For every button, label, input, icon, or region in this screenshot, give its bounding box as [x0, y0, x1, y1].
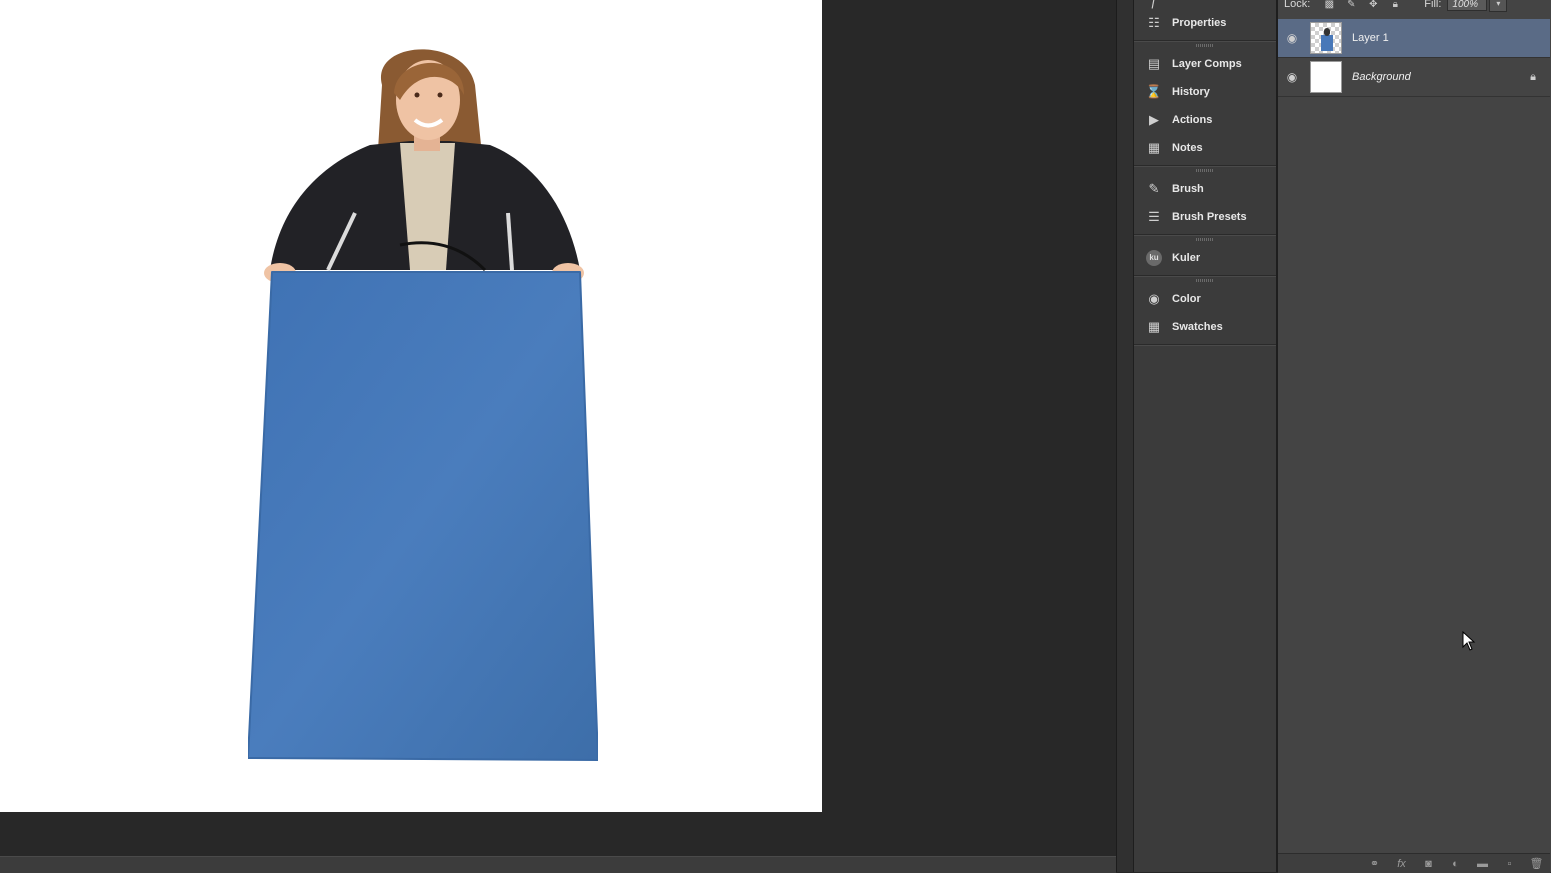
dock-item-kuler[interactable]: ku Kuler	[1134, 245, 1276, 271]
dock-item-brush-presets[interactable]: ☰ Brush Presets	[1134, 204, 1276, 230]
document-canvas[interactable]	[0, 0, 822, 812]
dock-item-actions[interactable]: ▶ Actions	[1134, 107, 1276, 133]
dock-item-properties[interactable]: ☷ Properties	[1134, 10, 1276, 36]
swatches-icon: ▦	[1147, 319, 1161, 334]
layer-comps-icon: ▤	[1147, 56, 1161, 71]
lock-image-pixels-icon[interactable]: ✎	[1344, 0, 1358, 10]
fill-label: Fill:	[1424, 0, 1442, 10]
panel-group-grip[interactable]	[1196, 238, 1214, 241]
lock-all-icon[interactable]: 🔒︎	[1388, 0, 1402, 10]
visibility-eye-icon[interactable]: ◉	[1278, 31, 1306, 45]
add-mask-icon[interactable]: ◙	[1415, 858, 1442, 870]
fx-icon[interactable]: fx	[1388, 858, 1415, 870]
lock-position-icon[interactable]: ✥	[1366, 0, 1380, 10]
layer-thumbnail	[1310, 61, 1342, 93]
dock-item-label: Brush	[1172, 183, 1204, 195]
layer-name[interactable]: Background	[1352, 71, 1411, 83]
dock-item-label: Notes	[1172, 142, 1203, 154]
panel-group-grip[interactable]	[1196, 44, 1214, 47]
kuler-icon: ku	[1145, 250, 1163, 266]
panel-dock: ƒ ☷ Properties ▤ Layer Comps ⌛ History ▶…	[1133, 0, 1277, 872]
visibility-eye-icon[interactable]: ◉	[1278, 70, 1306, 84]
dock-item-color[interactable]: ◉ Color	[1134, 286, 1276, 312]
layer-thumbnail	[1310, 22, 1342, 54]
dock-item-label: Color	[1172, 293, 1201, 305]
layer-name[interactable]: Layer 1	[1352, 32, 1389, 44]
link-layers-icon[interactable]: ⚭	[1361, 857, 1388, 870]
layers-panel: Lock: ▩ ✎ ✥ 🔒︎ Fill: 100% ▾ ◉ Layer 1 ◉ …	[1277, 0, 1551, 873]
new-group-icon[interactable]: ▬	[1469, 858, 1496, 870]
panel-group-grip[interactable]	[1196, 169, 1214, 172]
adjustment-layer-icon[interactable]: ◐	[1442, 858, 1469, 870]
dock-item-brush[interactable]: ✎ Brush	[1134, 176, 1276, 202]
dock-item-label: Swatches	[1172, 321, 1223, 333]
dock-item-notes[interactable]: ▦ Notes	[1134, 135, 1276, 161]
dock-item-swatches[interactable]: ▦ Swatches	[1134, 314, 1276, 340]
color-icon: ◉	[1148, 291, 1160, 306]
new-layer-icon[interactable]: ▫	[1496, 858, 1523, 870]
fill-input[interactable]: 100%	[1447, 0, 1488, 11]
delete-layer-icon[interactable]: 🗑︎	[1523, 857, 1550, 870]
dock-item-label: Kuler	[1172, 252, 1201, 264]
brush-presets-icon: ☰	[1148, 209, 1160, 224]
layer-row-background[interactable]: ◉ Background 🔒︎	[1278, 58, 1550, 97]
lock-label: Lock:	[1284, 0, 1311, 10]
dock-item-label: Actions	[1172, 114, 1213, 126]
dock-item-label: Layer Comps	[1172, 58, 1242, 70]
vertical-scroll-gutter[interactable]	[1116, 0, 1133, 872]
dock-item-label: History	[1172, 86, 1210, 98]
horizontal-scrollbar[interactable]	[0, 856, 1116, 873]
properties-icon: ☷	[1148, 15, 1160, 30]
woman-at-podium-image	[264, 49, 584, 283]
lock-fill-row: Lock: ▩ ✎ ✥ 🔒︎ Fill: 100% ▾	[1278, 0, 1551, 14]
dock-item-label: Properties	[1172, 17, 1227, 29]
fill-dropdown-icon[interactable]: ▾	[1489, 0, 1508, 12]
lock-transparent-pixels-icon[interactable]: ▩	[1322, 0, 1336, 10]
layer-lock-icon: 🔒︎	[1530, 70, 1536, 83]
dock-item-layer-comps[interactable]: ▤ Layer Comps	[1134, 51, 1276, 77]
actions-icon: ▶	[1149, 112, 1159, 127]
layers-footer-toolbar: ⚭ fx ◙ ◐ ▬ ▫ 🗑︎	[1278, 853, 1550, 873]
panel-group-grip[interactable]	[1196, 279, 1214, 282]
blue-podium-shape	[248, 271, 598, 761]
notes-icon: ▦	[1147, 140, 1161, 155]
mouse-cursor-icon	[1462, 631, 1476, 651]
brush-icon: ✎	[1148, 181, 1160, 196]
layer-row-layer-1[interactable]: ◉ Layer 1	[1278, 19, 1550, 58]
canvas-workspace[interactable]	[0, 0, 1116, 856]
fx-icon: ƒ	[1150, 0, 1158, 9]
dock-item-label: Brush Presets	[1172, 211, 1247, 223]
history-icon: ⌛	[1145, 84, 1163, 99]
dock-item-history[interactable]: ⌛ History	[1134, 79, 1276, 105]
